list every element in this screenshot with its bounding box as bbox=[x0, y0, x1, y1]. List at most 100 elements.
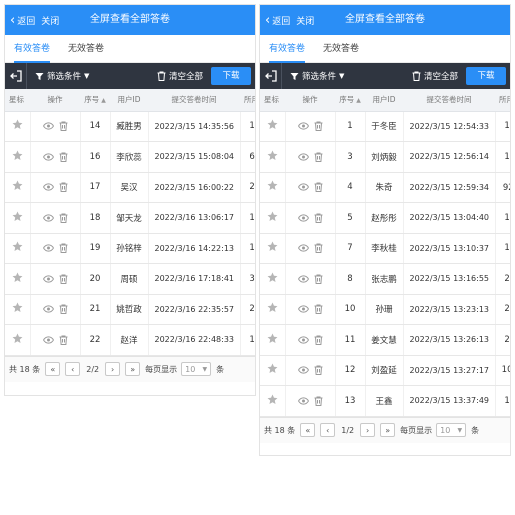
table-row[interactable]: 17吴汉2022/3/15 16:00:22250 bbox=[5, 172, 255, 203]
eye-icon[interactable] bbox=[297, 366, 309, 374]
table-row[interactable]: 18邹天龙2022/3/16 13:06:17117 bbox=[5, 202, 255, 234]
table-row[interactable]: 19孙铭梓2022/3/16 14:22:13191 bbox=[5, 233, 255, 264]
star-icon[interactable] bbox=[12, 180, 23, 191]
table-row[interactable]: 5赵彤彤2022/3/15 13:04:40151 bbox=[260, 202, 510, 234]
filter-dropdown[interactable]: 筛选条件 ▼ bbox=[290, 70, 344, 82]
first-page-button[interactable]: « bbox=[300, 423, 316, 437]
back-button[interactable]: ‹ 返回 关闭 bbox=[10, 5, 59, 35]
close-button[interactable]: 关闭 bbox=[41, 14, 59, 27]
eye-icon[interactable] bbox=[297, 122, 309, 130]
column-header-seq[interactable]: 序号 ▲ bbox=[80, 89, 110, 112]
eye-icon[interactable] bbox=[42, 305, 54, 313]
eye-icon[interactable] bbox=[297, 183, 309, 191]
back-button[interactable]: ‹ 返回 关闭 bbox=[265, 5, 314, 35]
star-icon[interactable] bbox=[12, 241, 23, 252]
exit-fullscreen-button[interactable] bbox=[260, 63, 282, 89]
star-icon[interactable] bbox=[12, 333, 23, 344]
trash-icon[interactable] bbox=[314, 365, 323, 376]
star-cell[interactable] bbox=[260, 202, 286, 234]
table-row[interactable]: 10孙珊2022/3/15 13:23:13224 bbox=[260, 294, 510, 325]
table-row[interactable]: 13王鑫2022/3/15 13:37:49179 bbox=[260, 385, 510, 417]
star-cell[interactable] bbox=[5, 294, 31, 325]
table-row[interactable]: 3刘炳毅2022/3/15 12:56:14190 bbox=[260, 141, 510, 173]
tab-invalid-answers[interactable]: 无效答卷 bbox=[59, 35, 113, 63]
clear-all-button[interactable]: 清空全部 bbox=[157, 70, 203, 82]
trash-icon[interactable] bbox=[59, 304, 68, 315]
filter-dropdown[interactable]: 筛选条件 ▼ bbox=[35, 70, 89, 82]
eye-icon[interactable] bbox=[297, 275, 309, 283]
tab-invalid-answers[interactable]: 无效答卷 bbox=[314, 35, 368, 63]
star-icon[interactable] bbox=[267, 333, 278, 344]
last-page-button[interactable]: » bbox=[125, 362, 141, 376]
table-row[interactable]: 12刘盈延2022/3/15 13:27:171019 bbox=[260, 355, 510, 386]
next-page-button[interactable]: › bbox=[360, 423, 376, 437]
download-button[interactable]: 下载 bbox=[466, 67, 506, 85]
answers-table-container[interactable]: 星标 操作 序号▲ 用户ID 提交答卷时间 所用时 1于冬臣2022/3/15 … bbox=[260, 89, 510, 417]
star-cell[interactable] bbox=[5, 111, 31, 142]
star-cell[interactable] bbox=[5, 233, 31, 264]
star-cell[interactable] bbox=[260, 111, 286, 142]
trash-icon[interactable] bbox=[314, 335, 323, 345]
star-icon[interactable] bbox=[267, 119, 278, 130]
column-header-seq[interactable]: 序号 ▲ bbox=[335, 89, 365, 112]
eye-icon[interactable] bbox=[42, 275, 54, 283]
star-cell[interactable] bbox=[5, 202, 31, 234]
star-icon[interactable] bbox=[12, 150, 23, 161]
table-row[interactable]: 7李秋桂2022/3/15 13:10:37185 bbox=[260, 233, 510, 264]
tab-valid-answers[interactable]: 有效答卷 bbox=[260, 35, 314, 63]
eye-icon[interactable] bbox=[42, 336, 54, 344]
star-icon[interactable] bbox=[12, 302, 23, 313]
star-icon[interactable] bbox=[12, 211, 23, 222]
star-icon[interactable] bbox=[267, 394, 278, 405]
star-cell[interactable] bbox=[260, 263, 286, 295]
trash-icon[interactable] bbox=[314, 121, 323, 132]
table-row[interactable]: 11姜文慧2022/3/15 13:26:13208 bbox=[260, 324, 510, 356]
trash-icon[interactable] bbox=[59, 182, 68, 193]
star-cell[interactable] bbox=[5, 141, 31, 173]
star-icon[interactable] bbox=[267, 241, 278, 252]
star-icon[interactable] bbox=[267, 180, 278, 191]
per-page-select[interactable]: 10 ▼ bbox=[436, 423, 467, 437]
star-icon[interactable] bbox=[267, 302, 278, 313]
star-cell[interactable] bbox=[260, 233, 286, 264]
trash-icon[interactable] bbox=[314, 152, 323, 162]
table-row[interactable]: 16李欣蕊2022/3/15 15:08:04688 bbox=[5, 141, 255, 173]
trash-icon[interactable] bbox=[314, 243, 323, 254]
star-cell[interactable] bbox=[5, 324, 31, 356]
next-page-button[interactable]: › bbox=[105, 362, 121, 376]
eye-icon[interactable] bbox=[297, 397, 309, 405]
trash-icon[interactable] bbox=[314, 396, 323, 406]
tab-valid-answers[interactable]: 有效答卷 bbox=[5, 35, 59, 63]
star-cell[interactable] bbox=[260, 324, 286, 356]
table-row[interactable]: 21姚哲政2022/3/16 22:35:57230 bbox=[5, 294, 255, 325]
star-icon[interactable] bbox=[267, 150, 278, 161]
trash-icon[interactable] bbox=[59, 274, 68, 284]
star-icon[interactable] bbox=[267, 272, 278, 283]
eye-icon[interactable] bbox=[297, 244, 309, 252]
star-cell[interactable] bbox=[5, 172, 31, 203]
star-icon[interactable] bbox=[267, 211, 278, 222]
table-row[interactable]: 8张志鹏2022/3/15 13:16:55275 bbox=[260, 263, 510, 295]
per-page-select[interactable]: 10 ▼ bbox=[181, 362, 212, 376]
eye-icon[interactable] bbox=[297, 305, 309, 313]
eye-icon[interactable] bbox=[42, 183, 54, 191]
trash-icon[interactable] bbox=[314, 304, 323, 315]
exit-fullscreen-button[interactable] bbox=[5, 63, 27, 89]
trash-icon[interactable] bbox=[314, 274, 323, 284]
table-row[interactable]: 14臧胜男2022/3/15 14:35:56173 bbox=[5, 111, 255, 142]
table-row[interactable]: 1于冬臣2022/3/15 12:54:33138 bbox=[260, 111, 510, 142]
star-cell[interactable] bbox=[260, 172, 286, 203]
last-page-button[interactable]: » bbox=[380, 423, 396, 437]
prev-page-button[interactable]: ‹ bbox=[65, 362, 81, 376]
answers-table-container[interactable]: 星标 操作 序号▲ 用户ID 提交答卷时间 所用时 14臧胜男2022/3/15… bbox=[5, 89, 255, 356]
download-button[interactable]: 下载 bbox=[211, 67, 251, 85]
star-icon[interactable] bbox=[12, 272, 23, 283]
close-button[interactable]: 关闭 bbox=[296, 14, 314, 27]
table-row[interactable]: 20周硕2022/3/16 17:18:41355 bbox=[5, 263, 255, 295]
star-icon[interactable] bbox=[12, 119, 23, 130]
eye-icon[interactable] bbox=[42, 244, 54, 252]
table-row[interactable]: 22赵洋2022/3/16 22:48:33132 bbox=[5, 324, 255, 356]
trash-icon[interactable] bbox=[59, 213, 68, 223]
trash-icon[interactable] bbox=[59, 243, 68, 254]
eye-icon[interactable] bbox=[42, 122, 54, 130]
